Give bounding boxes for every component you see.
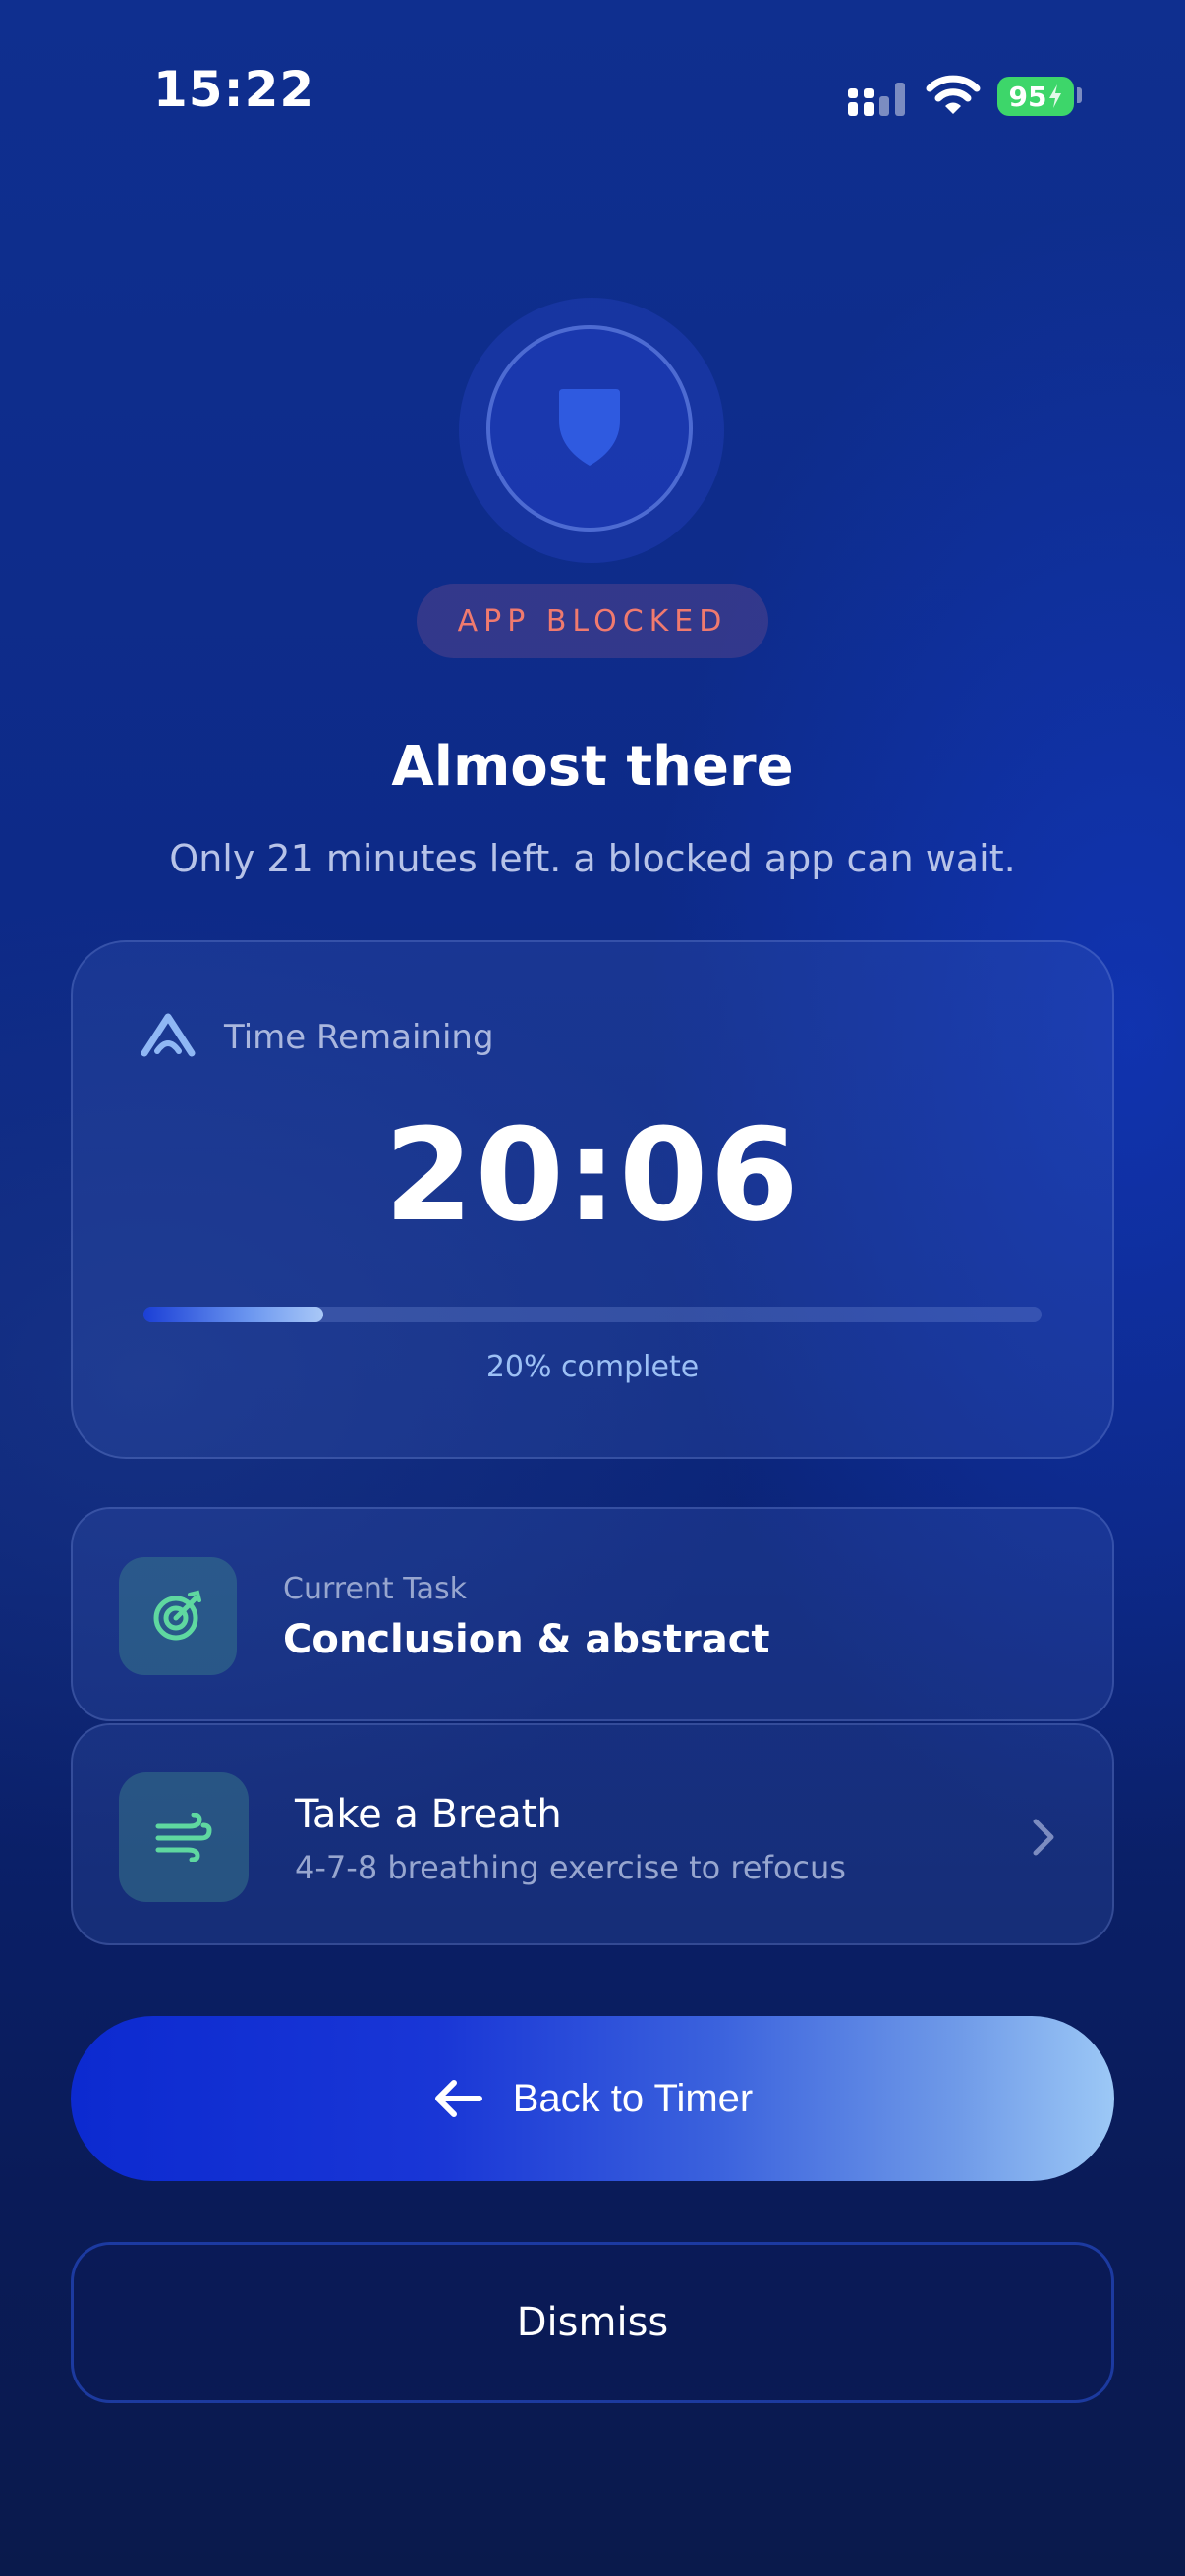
page-subtitle: Only 21 minutes left. a blocked app can …: [169, 837, 1016, 880]
battery-level: 95: [1008, 80, 1047, 113]
breath-subtitle: 4-7-8 breathing exercise to refocus: [295, 1849, 846, 1886]
current-task-label: Current Task: [283, 1572, 467, 1606]
breath-title: Take a Breath: [295, 1792, 562, 1837]
back-to-timer-label: Back to Timer: [512, 2076, 754, 2120]
battery-icon: 95: [997, 77, 1074, 116]
shield-badge: [486, 325, 693, 532]
wifi-icon: [926, 75, 981, 114]
signal-icon: [848, 83, 905, 116]
progress-text: 20% complete: [485, 1350, 700, 1384]
progress-bar: [143, 1307, 1042, 1322]
dismiss-button[interactable]: Dismiss: [71, 2242, 1114, 2403]
current-task-value: Conclusion & abstract: [283, 1617, 770, 1662]
time-remaining-label: Time Remaining: [224, 1018, 494, 1057]
progress-fill: [143, 1307, 323, 1322]
arrow-left-icon: [434, 2080, 482, 2117]
app-logo-icon: [141, 1013, 196, 1057]
charging-bolt-icon: [1049, 84, 1062, 108]
dismiss-label: Dismiss: [516, 2300, 669, 2345]
timer-value: 20:06: [384, 1100, 801, 1250]
page-title: Almost there: [391, 735, 794, 799]
chevron-right-icon: [1033, 1819, 1054, 1856]
wind-icon: [155, 1813, 212, 1862]
back-to-timer-button[interactable]: Back to Timer: [71, 2016, 1114, 2181]
shield-icon: [559, 389, 620, 466]
task-icon-box: [119, 1557, 237, 1675]
battery-cap: [1077, 87, 1082, 103]
breath-icon-box: [119, 1772, 249, 1902]
app-blocked-badge: APP BLOCKED: [417, 584, 768, 658]
status-time: 15:22: [153, 61, 315, 118]
target-icon: [153, 1590, 201, 1641]
